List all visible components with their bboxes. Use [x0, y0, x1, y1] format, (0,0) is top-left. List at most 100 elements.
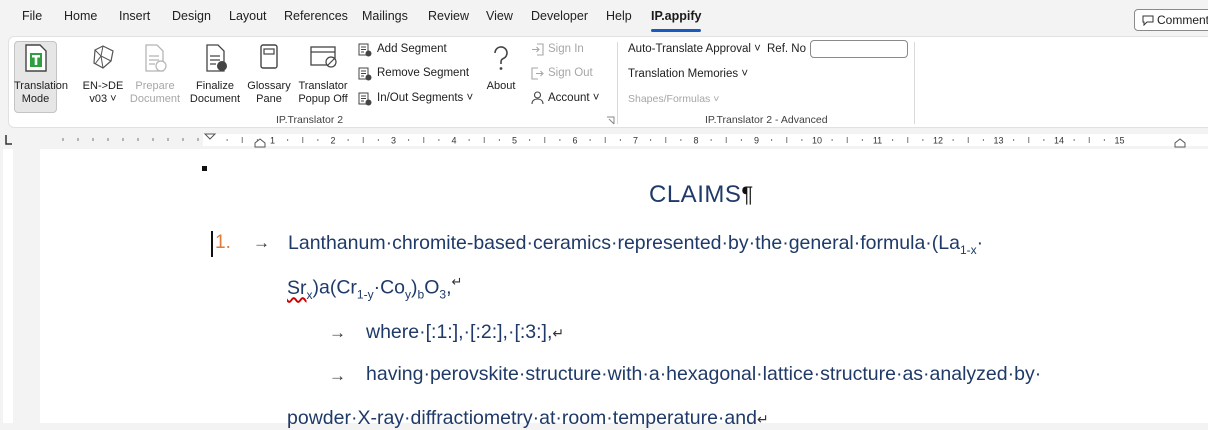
formula-part-o: O	[424, 276, 440, 299]
tab-layout[interactable]: Layout	[229, 9, 267, 23]
sign-out-button[interactable]: Sign Out	[548, 67, 593, 79]
group-label-advanced: IP.Translator 2 - Advanced	[705, 114, 828, 126]
tab-arrow-1: →	[253, 233, 270, 252]
tab-home[interactable]: Home	[64, 9, 97, 23]
finalize-document-icon	[206, 44, 227, 72]
comments-button[interactable]: Comments	[1134, 9, 1208, 31]
account-person-icon	[531, 91, 544, 105]
ruler-number: 3	[391, 136, 396, 146]
claim-line-1-end: ·	[976, 232, 984, 254]
hanging-indent-marker[interactable]	[254, 138, 266, 148]
ruler-number: 6	[572, 136, 577, 146]
translation-mode-icon	[25, 44, 47, 72]
translator-popup-button[interactable]: Translator Popup Off	[296, 80, 350, 106]
comments-label: Comments	[1157, 13, 1208, 27]
ref-no-input[interactable]	[810, 40, 908, 58]
tab-arrow-2: →	[329, 323, 346, 342]
spelling-error-sr[interactable]: Srx	[287, 276, 313, 302]
tab-view[interactable]: View	[486, 9, 513, 23]
claim-line-1: Lanthanum·chromite-based·ceramics·repres…	[288, 232, 983, 257]
prepare-document-icon	[145, 44, 167, 72]
ruler-number: 11	[873, 136, 882, 146]
claim-line-1-text: Lanthanum·chromite-based·ceramics·repres…	[288, 232, 960, 254]
document-page[interactable]: CLAIMS¶ 1. → Lanthanum·chromite-based·ce…	[40, 149, 1208, 429]
dialog-launcher-icon[interactable]	[606, 116, 615, 125]
shapes-formulas-dropdown[interactable]: Shapes/Formulas ˅	[628, 93, 719, 105]
inout-segments-dropdown[interactable]: In/Out Segments ˅	[377, 92, 473, 104]
vertical-ruler[interactable]	[0, 149, 16, 423]
claim-line-4: having·perovskite·structure·with·a·hexag…	[366, 363, 1042, 385]
tab-developer[interactable]: Developer	[531, 9, 588, 23]
prepare-document-button[interactable]: Prepare Document	[129, 80, 181, 106]
account-dropdown[interactable]: Account ˅	[548, 92, 599, 104]
formula-part-a: )a(Cr	[312, 276, 357, 299]
translation-mode-label-1: Translation	[14, 80, 69, 92]
prepare-document-label-2: Document	[129, 93, 181, 105]
group-separator-2	[914, 42, 915, 124]
finalize-document-label-2: Document	[189, 93, 241, 105]
tab-references[interactable]: References	[284, 9, 348, 23]
finalize-document-button[interactable]: Finalize Document	[189, 80, 241, 106]
sign-in-button[interactable]: Sign In	[548, 43, 584, 55]
right-indent-marker[interactable]	[1174, 138, 1186, 148]
ref-no-label: Ref. No	[767, 43, 806, 55]
glossary-pane-label-1: Glossary	[247, 80, 291, 92]
claim-line-1-subscript: 1-x	[959, 242, 977, 257]
vertical-ruler-area	[3, 149, 13, 423]
ruler-ticks: 1 2 3 4 5 6 7 8 9 10 11 12 13 14 15	[5, 133, 1186, 148]
ruler-number: 1	[270, 136, 275, 146]
inout-segments-icon	[358, 92, 372, 106]
claim-number: 1.	[215, 232, 231, 253]
ruler-number: 13	[993, 136, 1003, 146]
translation-mode-label-2: Mode	[21, 93, 50, 105]
ruler-number: 8	[693, 136, 698, 146]
ribbon-panel	[8, 36, 1208, 128]
language-version-label: v03 ˅	[89, 93, 117, 105]
translation-memories-dropdown[interactable]: Translation Memories ˅	[628, 68, 748, 80]
claims-heading-text: CLAIMS	[649, 181, 742, 208]
about-button[interactable]: About	[481, 80, 521, 93]
sign-out-icon	[531, 67, 544, 80]
translator-popup-label-1: Translator	[298, 80, 348, 92]
first-line-indent-marker[interactable]	[203, 133, 217, 140]
tab-file[interactable]: File	[22, 9, 42, 23]
glossary-book-icon	[260, 44, 278, 69]
group-separator	[617, 42, 618, 124]
sign-in-icon	[532, 43, 544, 56]
comment-icon	[1142, 15, 1154, 26]
ruler-number: 7	[633, 136, 638, 146]
active-tab-indicator	[651, 29, 701, 32]
ruler-number: 5	[512, 136, 517, 146]
tab-review[interactable]: Review	[428, 9, 469, 23]
claims-heading: CLAIMS¶	[649, 181, 754, 209]
sr-text: Sr	[287, 276, 307, 299]
language-pair-label: EN->DE	[82, 80, 124, 92]
claim-line-2: Srx)a(Cr1-y·Coy)bO3,↵	[287, 274, 462, 301]
glossary-pane-label-2: Pane	[256, 93, 282, 105]
text-cursor	[211, 231, 213, 257]
glossary-pane-button[interactable]: Glossary Pane	[247, 80, 291, 106]
auto-translate-approval-dropdown[interactable]: Auto-Translate Approval ˅	[628, 43, 761, 55]
claim-line-5: powder·X-ray·diffractiometry·at·room·tem…	[287, 407, 769, 430]
tab-design[interactable]: Design	[172, 9, 211, 23]
tab-arrow-3: →	[329, 366, 346, 385]
tab-help[interactable]: Help	[606, 9, 632, 23]
horizontal-ruler[interactable]: 1 2 3 4 5 6 7 8 9 10 11 12 13 14 15	[0, 131, 1208, 149]
line-break-mark-2: ↵	[552, 325, 565, 341]
tab-ip-appify[interactable]: IP.appify	[651, 9, 701, 23]
remove-segment-button[interactable]: Remove Segment	[377, 67, 469, 79]
finalize-document-label-1: Finalize	[196, 80, 234, 92]
translator-popup-icon	[310, 46, 337, 68]
remove-segment-icon	[358, 67, 372, 81]
tab-insert[interactable]: Insert	[119, 9, 150, 23]
language-pair-dropdown[interactable]: EN->DE v03 ˅	[79, 80, 127, 106]
cr-subscript: 1-y	[356, 287, 374, 302]
language-pair-icon	[93, 45, 114, 69]
translator-popup-label-2: Popup Off	[298, 93, 348, 105]
tab-mailings[interactable]: Mailings	[362, 9, 408, 23]
claim-line-3-text: where·[:1:],·[:2:],·[:3:],	[366, 321, 553, 343]
translation-mode-button[interactable]: Translation Mode	[14, 80, 69, 106]
add-segment-button[interactable]: Add Segment	[377, 43, 447, 55]
prepare-document-label-1: Prepare	[135, 80, 175, 92]
tab-selector-icon[interactable]	[5, 135, 12, 145]
